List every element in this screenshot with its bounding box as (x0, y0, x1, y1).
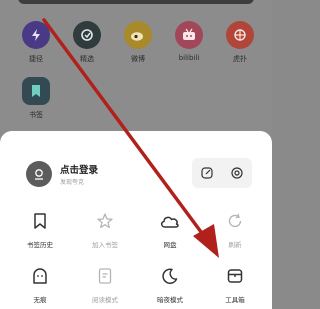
featured-icon (73, 21, 101, 49)
menu-item-refresh[interactable]: 刷新 (210, 209, 260, 249)
hupu-icon (226, 21, 254, 49)
bookmark-app-icon (22, 77, 50, 105)
app-label: 虎扑 (233, 55, 247, 63)
app-label: 书签 (29, 111, 43, 119)
settings-icon[interactable] (228, 164, 246, 182)
header-actions (192, 158, 252, 188)
app-bilibili[interactable]: bilibili (169, 21, 209, 62)
menu-sheet: 点击登录 发现夸克 书签历史 加入书签 网盘 刷新 无痕 阅读模式 暗夜模式 工… (0, 131, 272, 309)
menu-item-reader-mode[interactable]: 阅读模式 (80, 264, 130, 304)
star-icon (93, 209, 117, 233)
search-bar-edge (18, 0, 254, 4)
avatar[interactable] (26, 161, 52, 187)
bolt-icon (22, 21, 50, 49)
app-shortcut[interactable]: 捷径 (16, 21, 56, 64)
menu-item-toolbox[interactable]: 工具箱 (210, 264, 260, 304)
menu-item-label: 书签历史 (27, 241, 53, 249)
menu-item-label: 网盘 (163, 241, 177, 249)
menu-item-incognito[interactable]: 无痕 (15, 264, 65, 304)
app-featured[interactable]: 精选 (67, 21, 107, 64)
cloud-icon (158, 209, 182, 233)
edit-icon[interactable] (198, 164, 216, 182)
bookmark-icon (28, 209, 52, 233)
app-bookmarks[interactable]: 书签 (16, 77, 56, 120)
menu-item-bookmark-history[interactable]: 书签历史 (15, 209, 65, 249)
app-label: 捷径 (29, 55, 43, 63)
toolbox-icon (223, 264, 247, 288)
menu-item-label: 刷新 (228, 241, 242, 249)
menu-item-cloud-drive[interactable]: 网盘 (145, 209, 195, 249)
menu-item-label: 加入书签 (92, 241, 118, 249)
menu-item-label: 无痕 (33, 296, 47, 304)
login-subtitle: 发现夸克 (60, 179, 85, 186)
app-label: 精选 (80, 55, 94, 63)
app-label: 微博 (131, 55, 145, 63)
app-weibo[interactable]: 微博 (118, 21, 158, 64)
app-label: bilibili (178, 54, 200, 62)
app-hupu[interactable]: 虎扑 (220, 21, 260, 64)
bilibili-icon (175, 21, 203, 49)
weibo-icon (124, 21, 152, 49)
moon-icon (158, 264, 182, 288)
refresh-icon (223, 209, 247, 233)
menu-item-label: 阅读模式 (92, 296, 118, 304)
menu-item-add-bookmark[interactable]: 加入书签 (80, 209, 130, 249)
login-title[interactable]: 点击登录 (60, 162, 98, 176)
menu-item-dark-mode[interactable]: 暗夜模式 (145, 264, 195, 304)
menu-item-label: 工具箱 (225, 296, 245, 304)
ghost-icon (28, 264, 52, 288)
reader-icon (93, 264, 117, 288)
menu-item-label: 暗夜模式 (157, 296, 183, 304)
